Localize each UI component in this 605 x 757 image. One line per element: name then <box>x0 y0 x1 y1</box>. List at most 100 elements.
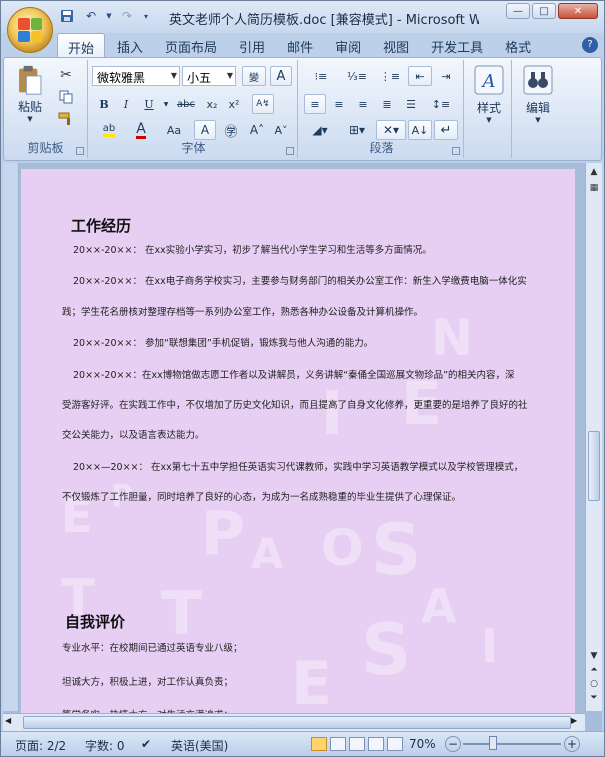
paste-button[interactable]: 粘贴 ▼ <box>12 64 48 124</box>
maximize-button[interactable]: □ <box>532 3 556 19</box>
subscript-button[interactable]: x₂ <box>202 94 222 114</box>
line-spacing-icon[interactable]: ↕≡ <box>424 94 458 114</box>
outline-view-icon[interactable] <box>368 737 384 751</box>
paragraph-line: 20××—20××： 在xx第七十五中学担任英语实习代课教师，实践中学习英语教学… <box>73 462 524 473</box>
copy-icon[interactable] <box>56 88 76 106</box>
save-icon[interactable] <box>57 7 77 25</box>
clipboard-group-label: 剪贴板 <box>27 141 64 155</box>
clear-formatting-icon[interactable]: A↯ <box>252 94 274 114</box>
watermark-letter: I <box>481 619 499 673</box>
borders-icon[interactable]: ⊞▾ <box>340 120 374 140</box>
strikethrough-button[interactable]: abc <box>174 94 198 114</box>
styles-button[interactable]: A 样式 ▼ <box>470 64 508 154</box>
close-button[interactable]: ✕ <box>558 3 598 19</box>
paragraph-line: 践；学生花名册核对整理存档等一系列办公室工作，熟悉各种办公设备及计算机操作。 <box>62 307 424 318</box>
page-count[interactable]: 页面: 2/2 <box>15 737 66 754</box>
zoom-in-icon[interactable]: + <box>564 736 580 752</box>
draft-view-icon[interactable] <box>387 737 403 751</box>
paragraph-group: ⁝≡ ⅓≡ ⋮≡ ⇤ ⇥ ≡ ≡ ≡ ≣ ☰ ↕≡ ◢▾ ⊞▾ ✕▾ A↓ ↵ … <box>300 60 464 158</box>
shading-icon[interactable]: ◢▾ <box>304 120 336 140</box>
font-color-icon[interactable]: A <box>128 120 154 140</box>
increase-indent-icon[interactable]: ⇥ <box>434 66 458 86</box>
undo-icon[interactable]: ↶ <box>81 7 101 25</box>
dialog-launcher-icon[interactable] <box>76 147 84 155</box>
customize-qat-icon[interactable]: ▾ <box>141 7 151 25</box>
phonetic-guide-icon[interactable]: 變 <box>242 66 266 86</box>
web-layout-icon[interactable] <box>349 737 365 751</box>
previous-page-icon[interactable]: ⏶ <box>587 663 601 677</box>
change-case-icon[interactable]: Aa <box>160 120 188 140</box>
zoom-slider[interactable] <box>463 743 561 745</box>
word-count[interactable]: 字数: 0 <box>85 737 125 754</box>
language-indicator[interactable]: 英语(美国) <box>171 737 228 754</box>
scroll-thumb[interactable] <box>588 431 600 501</box>
office-button[interactable] <box>7 7 53 53</box>
chevron-down-icon: ▼ <box>27 115 33 123</box>
editing-button[interactable]: 编辑 ▼ <box>518 64 558 154</box>
decrease-indent-icon[interactable]: ⇤ <box>408 66 432 86</box>
scroll-right-icon[interactable]: ▶ <box>571 716 577 725</box>
scroll-down-icon[interactable]: ▼ <box>587 649 601 663</box>
tab-review[interactable]: 审阅 <box>325 33 371 57</box>
zoom-slider-thumb[interactable] <box>489 736 497 750</box>
minimize-button[interactable]: — <box>506 3 530 19</box>
ruler-toggle-icon[interactable]: ▦ <box>587 181 601 195</box>
italic-button[interactable]: I <box>116 94 136 114</box>
sort-icon[interactable]: A↓ <box>408 120 432 140</box>
bold-button[interactable]: B <box>94 94 114 114</box>
distributed-icon[interactable]: ☰ <box>400 94 422 114</box>
tab-mailings[interactable]: 邮件 <box>277 33 323 57</box>
zoom-out-icon[interactable]: − <box>445 736 461 752</box>
vertical-scrollbar[interactable]: ▲ ▦ ▼ ⏶ ○ ⏷ <box>585 163 602 711</box>
chinese-layout-icon[interactable]: ✕▾ <box>376 120 406 140</box>
scroll-up-icon[interactable]: ▲ <box>587 165 601 179</box>
redo-icon[interactable]: ↷ <box>117 7 137 25</box>
document-page[interactable]: N E I E P P A O S T T A S I E 工作经历 20××-… <box>21 169 575 729</box>
bullets-icon[interactable]: ⁝≡ <box>304 66 338 86</box>
superscript-button[interactable]: x² <box>224 94 244 114</box>
format-painter-icon[interactable] <box>56 110 76 128</box>
chevron-down-icon[interactable]: ▼ <box>162 94 170 114</box>
show-formatting-icon[interactable]: ↵ <box>434 120 458 140</box>
font-size-combo[interactable]: 小五 ▼ <box>182 66 236 86</box>
print-layout-icon[interactable] <box>311 737 327 751</box>
shrink-font-icon[interactable]: A˅ <box>270 120 292 140</box>
watermark-letter: S <box>371 509 422 591</box>
scroll-thumb[interactable] <box>23 716 571 729</box>
font-group: 微软雅黑 ▼ 小五 ▼ 變 A B I U ▼ abc x₂ x² A↯ ab … <box>90 60 298 158</box>
align-left-icon[interactable]: ≡ <box>304 94 326 114</box>
tab-insert[interactable]: 插入 <box>107 33 153 57</box>
align-center-icon[interactable]: ≡ <box>328 94 350 114</box>
vertical-ruler <box>3 163 19 711</box>
enclose-characters-icon[interactable]: ㊫ <box>220 120 242 140</box>
tab-page-layout[interactable]: 页面布局 <box>155 33 227 57</box>
tab-references[interactable]: 引用 <box>229 33 275 57</box>
undo-dropdown-icon[interactable]: ▼ <box>105 7 113 25</box>
tab-developer[interactable]: 开发工具 <box>421 33 493 57</box>
cut-icon[interactable]: ✂ <box>56 66 76 84</box>
horizontal-scrollbar[interactable]: ◀ ▶ <box>3 713 585 731</box>
grow-font-icon[interactable]: A˄ <box>246 120 268 140</box>
dialog-launcher-icon[interactable] <box>286 147 294 155</box>
multilevel-list-icon[interactable]: ⋮≡ <box>376 66 404 86</box>
help-icon[interactable]: ? <box>582 37 598 53</box>
tab-view[interactable]: 视图 <box>373 33 419 57</box>
numbering-icon[interactable]: ⅓≡ <box>340 66 374 86</box>
justify-icon[interactable]: ≣ <box>376 94 398 114</box>
underline-button[interactable]: U <box>138 94 160 114</box>
dialog-launcher-icon[interactable] <box>452 147 460 155</box>
proofing-icon[interactable]: ✔ <box>141 737 151 751</box>
character-border-icon[interactable]: A <box>270 66 292 86</box>
next-page-icon[interactable]: ⏷ <box>587 691 601 705</box>
scroll-left-icon[interactable]: ◀ <box>5 716 11 725</box>
full-screen-reading-icon[interactable] <box>330 737 346 751</box>
select-browse-object-icon[interactable]: ○ <box>587 677 601 691</box>
tab-home[interactable]: 开始 <box>57 33 106 57</box>
font-name-combo[interactable]: 微软雅黑 ▼ <box>92 66 180 86</box>
character-shading-icon[interactable]: A <box>194 120 216 140</box>
text-highlight-icon[interactable]: ab <box>94 120 124 140</box>
font-size-value: 小五 <box>187 71 212 85</box>
zoom-level[interactable]: 70% <box>409 737 436 751</box>
align-right-icon[interactable]: ≡ <box>352 94 374 114</box>
tab-format[interactable]: 格式 <box>495 33 541 57</box>
